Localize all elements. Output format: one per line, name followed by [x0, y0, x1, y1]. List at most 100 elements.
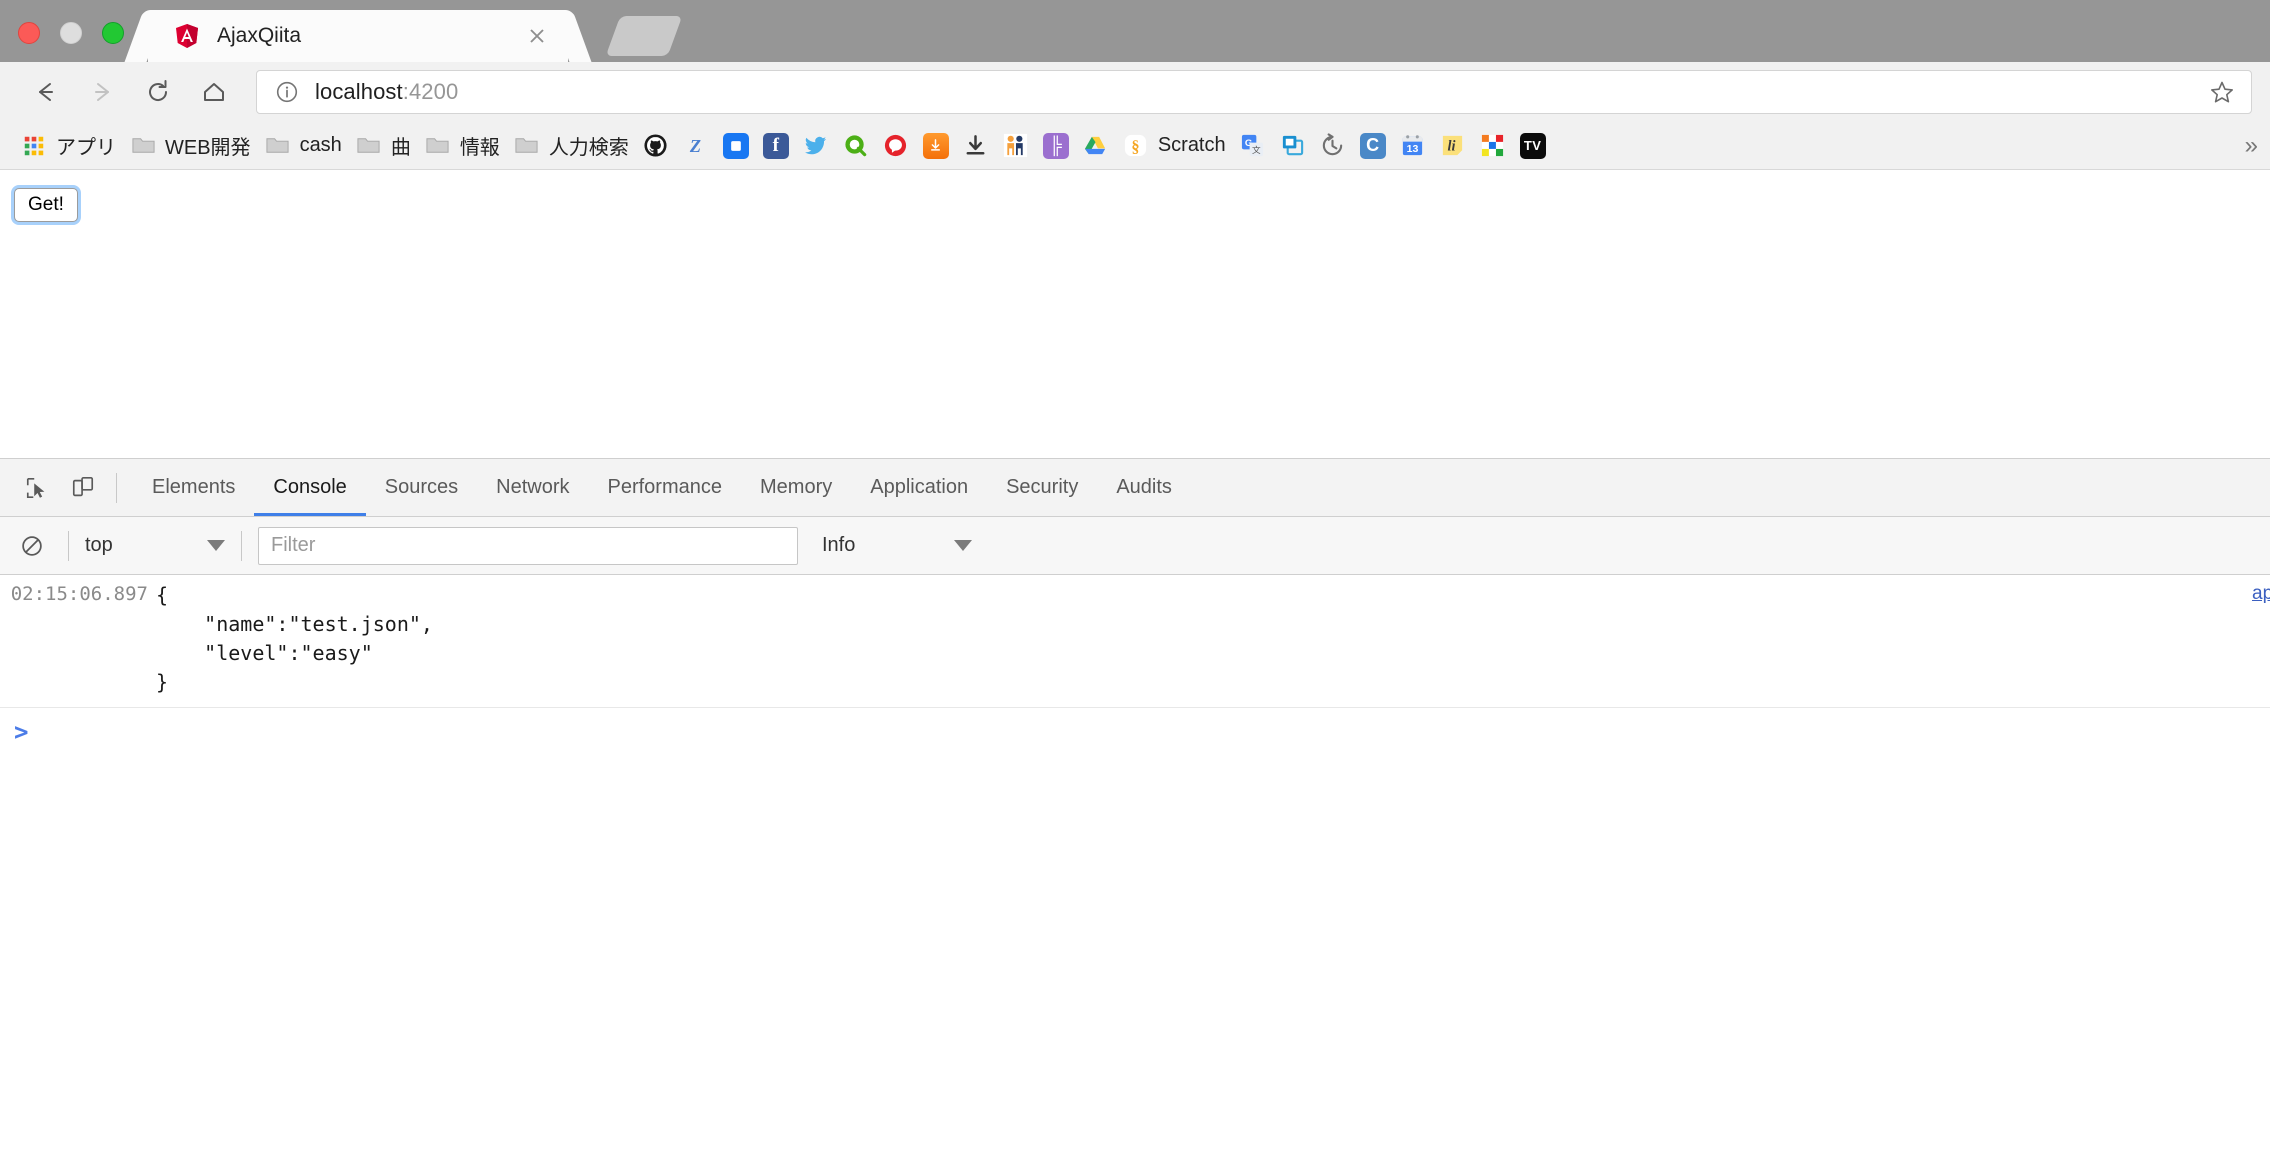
devtools-panel: Elements Console Sources Network Perform…: [0, 458, 2270, 758]
tab-console[interactable]: Console: [254, 459, 365, 516]
forward-arrow-icon: [74, 69, 130, 115]
bookmark-folder-cash[interactable]: cash: [258, 128, 349, 164]
bookmark-apps[interactable]: アプリ: [14, 128, 123, 164]
folder-icon: [265, 133, 291, 159]
bookmark-color-grid[interactable]: [1473, 128, 1513, 164]
window-controls: [18, 22, 124, 44]
tab-network[interactable]: Network: [477, 459, 588, 516]
angular-icon: [174, 23, 200, 49]
zoom-window-button[interactable]: [102, 22, 124, 44]
bookmark-folder-music[interactable]: 曲: [349, 128, 418, 164]
tab-application[interactable]: Application: [851, 459, 987, 516]
tv-icon: TV: [1519, 132, 1546, 159]
log-message: { "name":"test.json", "level":"easy" }: [156, 583, 433, 694]
bookmark-tv[interactable]: TV: [1513, 128, 1553, 164]
new-tab-icon[interactable]: [605, 16, 683, 56]
bookmark-google-drive[interactable]: [1076, 128, 1116, 164]
browser-toolbar: localhost:4200: [0, 62, 2270, 122]
tab-title: AjaxQiita: [217, 24, 302, 47]
bookmark-blue-app[interactable]: [716, 128, 756, 164]
history-clock-icon: [1320, 133, 1346, 159]
color-grid-icon: [1480, 133, 1506, 159]
chevron-down-icon: [207, 540, 225, 551]
bookmark-label: 曲: [390, 137, 411, 159]
bookmark-label: WEB開発: [165, 137, 251, 159]
prompt-arrow-icon: >: [14, 718, 29, 746]
bookmark-google-translate[interactable]: G 文: [1233, 128, 1273, 164]
console-output: 02:15:06.897 { "name":"test.json", "leve…: [0, 575, 2270, 758]
tab-memory[interactable]: Memory: [741, 459, 851, 516]
address-bar[interactable]: localhost:4200: [256, 70, 2252, 114]
get-button[interactable]: Get!: [14, 188, 78, 222]
bookmark-scratch[interactable]: § Scratch: [1116, 128, 1233, 164]
inspect-element-icon[interactable]: [14, 467, 60, 509]
bookmark-zenn[interactable]: Z: [676, 128, 716, 164]
bookmark-hatena[interactable]: ╠: [1036, 128, 1076, 164]
bookmark-label: アプリ: [56, 137, 116, 159]
google-calendar-13-icon: 13: [1400, 133, 1426, 159]
green-search-icon: [843, 133, 869, 159]
execution-context-selector[interactable]: top: [85, 534, 225, 557]
blue-square-icon: [722, 132, 749, 159]
bookmark-folder-web[interactable]: WEB開発: [123, 128, 258, 164]
bookmark-windows-stack[interactable]: [1273, 128, 1313, 164]
home-icon[interactable]: [186, 69, 242, 115]
bookmark-github[interactable]: [636, 128, 676, 164]
bookmark-facebook[interactable]: f: [756, 128, 796, 164]
bookmark-star-icon[interactable]: [2209, 79, 2235, 105]
bookmark-red-chat[interactable]: [876, 128, 916, 164]
zenn-z-icon: Z: [683, 133, 709, 159]
bookmark-history[interactable]: [1313, 128, 1353, 164]
log-timestamp: 02:15:06.897: [10, 583, 148, 605]
bookmark-download[interactable]: [956, 128, 996, 164]
back-arrow-icon[interactable]: [18, 69, 74, 115]
folder-icon: [425, 133, 451, 159]
bookmark-orange-download[interactable]: [916, 128, 956, 164]
svg-text:li: li: [1448, 138, 1456, 154]
log-level-label: Info: [822, 534, 856, 556]
tab-elements[interactable]: Elements: [133, 459, 254, 516]
divider: [241, 530, 242, 561]
page-content: Get!: [0, 170, 2270, 458]
devtools-tab-bar: Elements Console Sources Network Perform…: [0, 459, 2270, 517]
device-toolbar-icon[interactable]: [60, 467, 106, 509]
github-icon: [643, 133, 669, 159]
bookmark-label: 人力検索: [548, 137, 629, 159]
close-window-button[interactable]: [18, 22, 40, 44]
address-bar-url: localhost:4200: [315, 79, 2209, 105]
bookmark-google-calendar[interactable]: 13: [1393, 128, 1433, 164]
reload-icon[interactable]: [130, 69, 186, 115]
execution-context-label: top: [85, 534, 113, 556]
red-chat-icon: [883, 133, 909, 159]
console-log-entry[interactable]: 02:15:06.897 { "name":"test.json", "leve…: [0, 575, 2270, 708]
console-prompt-row[interactable]: >: [0, 708, 2270, 758]
info-circle-icon[interactable]: [275, 80, 299, 104]
hatena-icon: ╠: [1042, 132, 1069, 159]
tab-security[interactable]: Security: [987, 459, 1097, 516]
tab-sources[interactable]: Sources: [366, 459, 477, 516]
bookmark-green-search[interactable]: [836, 128, 876, 164]
bookmarks-overflow-icon[interactable]: »: [2245, 132, 2258, 160]
browser-tab[interactable]: AjaxQiita: [148, 10, 568, 62]
bookmark-folder-search[interactable]: 人力検索: [507, 128, 636, 164]
filter-input[interactable]: [258, 526, 798, 565]
download-arrow-icon: [963, 133, 989, 159]
clear-console-icon[interactable]: [12, 526, 52, 566]
tab-audits[interactable]: Audits: [1097, 459, 1191, 516]
bookmark-twitter[interactable]: [796, 128, 836, 164]
tab-performance[interactable]: Performance: [589, 459, 742, 516]
log-level-selector[interactable]: Info: [822, 534, 972, 557]
bookmark-folder-info[interactable]: 情報: [418, 128, 507, 164]
bookmark-people[interactable]: [996, 128, 1036, 164]
close-icon[interactable]: [524, 23, 550, 49]
bookmark-label: Scratch: [1157, 134, 1226, 156]
divider: [116, 472, 117, 503]
people-icon: [1003, 133, 1029, 159]
bookmark-pocket[interactable]: C: [1353, 128, 1393, 164]
minimize-window-button[interactable]: [60, 22, 82, 44]
pocket-c-icon: C: [1359, 132, 1386, 159]
twitter-icon: [803, 133, 829, 159]
url-port: :4200: [402, 79, 459, 104]
bookmark-lifehacker[interactable]: li: [1433, 128, 1473, 164]
log-source-link[interactable]: ap: [2252, 583, 2270, 605]
